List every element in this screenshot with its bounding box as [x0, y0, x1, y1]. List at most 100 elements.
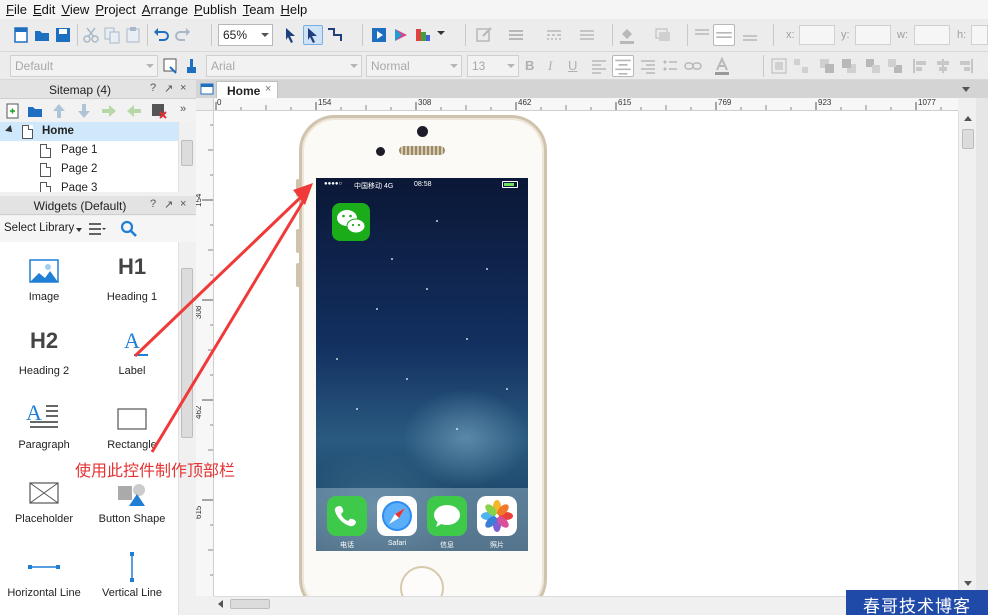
- h-field[interactable]: [971, 25, 988, 45]
- shadow-icon[interactable]: [654, 26, 672, 44]
- move-down-icon[interactable]: [75, 102, 93, 120]
- widgets-popout-button[interactable]: ↗: [164, 198, 173, 211]
- sitemap-more-icon[interactable]: »: [180, 103, 186, 115]
- tree-expand-icon[interactable]: [5, 125, 15, 135]
- preview-icon[interactable]: [370, 26, 388, 44]
- font-color-icon[interactable]: [713, 57, 731, 75]
- underline-button[interactable]: U: [568, 58, 577, 73]
- safari-app-icon[interactable]: [377, 496, 417, 536]
- font-family-select[interactable]: Arial: [206, 55, 362, 77]
- select-contained-icon[interactable]: [303, 25, 323, 45]
- connector-icon[interactable]: [326, 26, 344, 44]
- y-field[interactable]: [855, 25, 891, 45]
- select-intersected-icon[interactable]: [282, 26, 300, 44]
- align-middle-text-icon[interactable]: [713, 24, 735, 46]
- align-objects-left-icon[interactable]: [912, 57, 930, 75]
- widgets-close-button[interactable]: ×: [180, 198, 186, 210]
- widget-horizontal-line[interactable]: Horizontal Line: [0, 538, 88, 608]
- menu-file[interactable]: File: [4, 2, 31, 17]
- scroll-left-icon[interactable]: [218, 600, 223, 608]
- widget-rectangle[interactable]: Rectangle: [88, 390, 176, 460]
- font-size-select[interactable]: 13: [467, 55, 519, 77]
- menu-edit[interactable]: Edit: [31, 2, 59, 17]
- search-icon[interactable]: [120, 220, 138, 238]
- indent-icon[interactable]: [100, 102, 118, 120]
- menu-team[interactable]: Team: [241, 2, 279, 17]
- widget-heading-2[interactable]: H2 Heading 2: [0, 316, 88, 386]
- tab-home[interactable]: Home ×: [216, 81, 278, 98]
- line-thickness-icon[interactable]: [507, 26, 525, 44]
- share-icon[interactable]: [392, 26, 410, 44]
- edit-style-icon[interactable]: [475, 26, 493, 44]
- cut-icon[interactable]: [82, 26, 100, 44]
- delete-page-icon[interactable]: [150, 102, 168, 120]
- paint-brush-icon[interactable]: [184, 57, 202, 75]
- photos-app-icon[interactable]: [477, 496, 517, 536]
- menu-project[interactable]: Project: [93, 2, 139, 17]
- sitemap-page-2[interactable]: Page 2: [0, 160, 178, 179]
- widgets-help-button[interactable]: ?: [150, 198, 156, 210]
- style-select[interactable]: Default: [10, 55, 158, 77]
- zoom-select[interactable]: 65%: [218, 24, 273, 46]
- w-field[interactable]: [914, 25, 950, 45]
- sitemap-popout-button[interactable]: ↗: [164, 82, 173, 95]
- canvas-vscroll-thumb[interactable]: [962, 129, 974, 149]
- hyperlink-icon[interactable]: [684, 57, 702, 75]
- save-icon[interactable]: [54, 26, 72, 44]
- widgets-scrollbar[interactable]: [178, 242, 196, 615]
- messages-app-icon[interactable]: [427, 496, 467, 536]
- widget-paragraph[interactable]: A Paragraph: [0, 390, 88, 460]
- tab-close-button[interactable]: ×: [265, 83, 271, 95]
- outdent-icon[interactable]: [125, 102, 143, 120]
- tab-list-icon[interactable]: [962, 87, 970, 92]
- fill-color-icon[interactable]: [618, 26, 636, 44]
- x-field[interactable]: [799, 25, 835, 45]
- align-left-icon[interactable]: [590, 57, 608, 75]
- move-up-icon[interactable]: [50, 102, 68, 120]
- scroll-up-icon[interactable]: [964, 116, 972, 121]
- select-library-dropdown[interactable]: Select Library: [4, 222, 74, 234]
- undo-icon[interactable]: [152, 26, 170, 44]
- canvas-vertical-scrollbar[interactable]: [958, 111, 976, 596]
- menu-help[interactable]: Help: [278, 2, 311, 17]
- sitemap-page-1[interactable]: Page 1: [0, 141, 178, 160]
- align-objects-center-icon[interactable]: [934, 57, 952, 75]
- sitemap-page-3[interactable]: Page 3: [0, 179, 178, 192]
- align-bottom-text-icon[interactable]: [741, 26, 759, 44]
- list-icon[interactable]: [661, 57, 679, 75]
- sitemap-scrollbar[interactable]: [178, 122, 196, 192]
- menu-arrange[interactable]: Arrange: [140, 2, 192, 17]
- menu-icon[interactable]: [88, 221, 106, 237]
- widgets-scroll-thumb[interactable]: [181, 268, 193, 438]
- send-back-icon[interactable]: [840, 57, 858, 75]
- open-folder-icon[interactable]: [33, 26, 51, 44]
- widget-image[interactable]: Image: [0, 242, 88, 312]
- new-file-icon[interactable]: [12, 26, 30, 44]
- redo-icon[interactable]: [174, 26, 192, 44]
- right-panel-collapsed[interactable]: [976, 98, 988, 615]
- phone-app-icon[interactable]: [327, 496, 367, 536]
- sitemap-help-button[interactable]: ?: [150, 82, 156, 94]
- font-weight-select[interactable]: Normal: [366, 55, 462, 77]
- chevron-down-icon[interactable]: [76, 228, 82, 232]
- bring-forward-icon[interactable]: [864, 57, 882, 75]
- italic-button[interactable]: I: [548, 58, 552, 74]
- align-center-icon[interactable]: [612, 55, 634, 77]
- add-page-icon[interactable]: [4, 102, 22, 120]
- scroll-down-icon[interactable]: [964, 581, 972, 586]
- align-top-text-icon[interactable]: [693, 26, 711, 44]
- send-backward-icon[interactable]: [886, 57, 904, 75]
- sitemap-close-button[interactable]: ×: [180, 82, 186, 94]
- align-right-icon[interactable]: [639, 57, 657, 75]
- widget-vertical-line[interactable]: Vertical Line: [88, 538, 176, 608]
- widget-label-widget[interactable]: A Label: [88, 316, 176, 386]
- canvas-hscroll-thumb[interactable]: [230, 599, 270, 609]
- line-style-icon[interactable]: [545, 26, 563, 44]
- menu-publish[interactable]: Publish: [192, 2, 241, 17]
- publish-icon[interactable]: [414, 26, 432, 44]
- design-canvas[interactable]: ●●●●○ 中国移动 4G 08:58 电话 Safari 信息 照片: [214, 111, 958, 596]
- wechat-app-icon[interactable]: [332, 203, 370, 241]
- format-painter-icon[interactable]: [162, 57, 180, 75]
- bold-button[interactable]: B: [525, 58, 534, 73]
- group-icon[interactable]: [770, 57, 788, 75]
